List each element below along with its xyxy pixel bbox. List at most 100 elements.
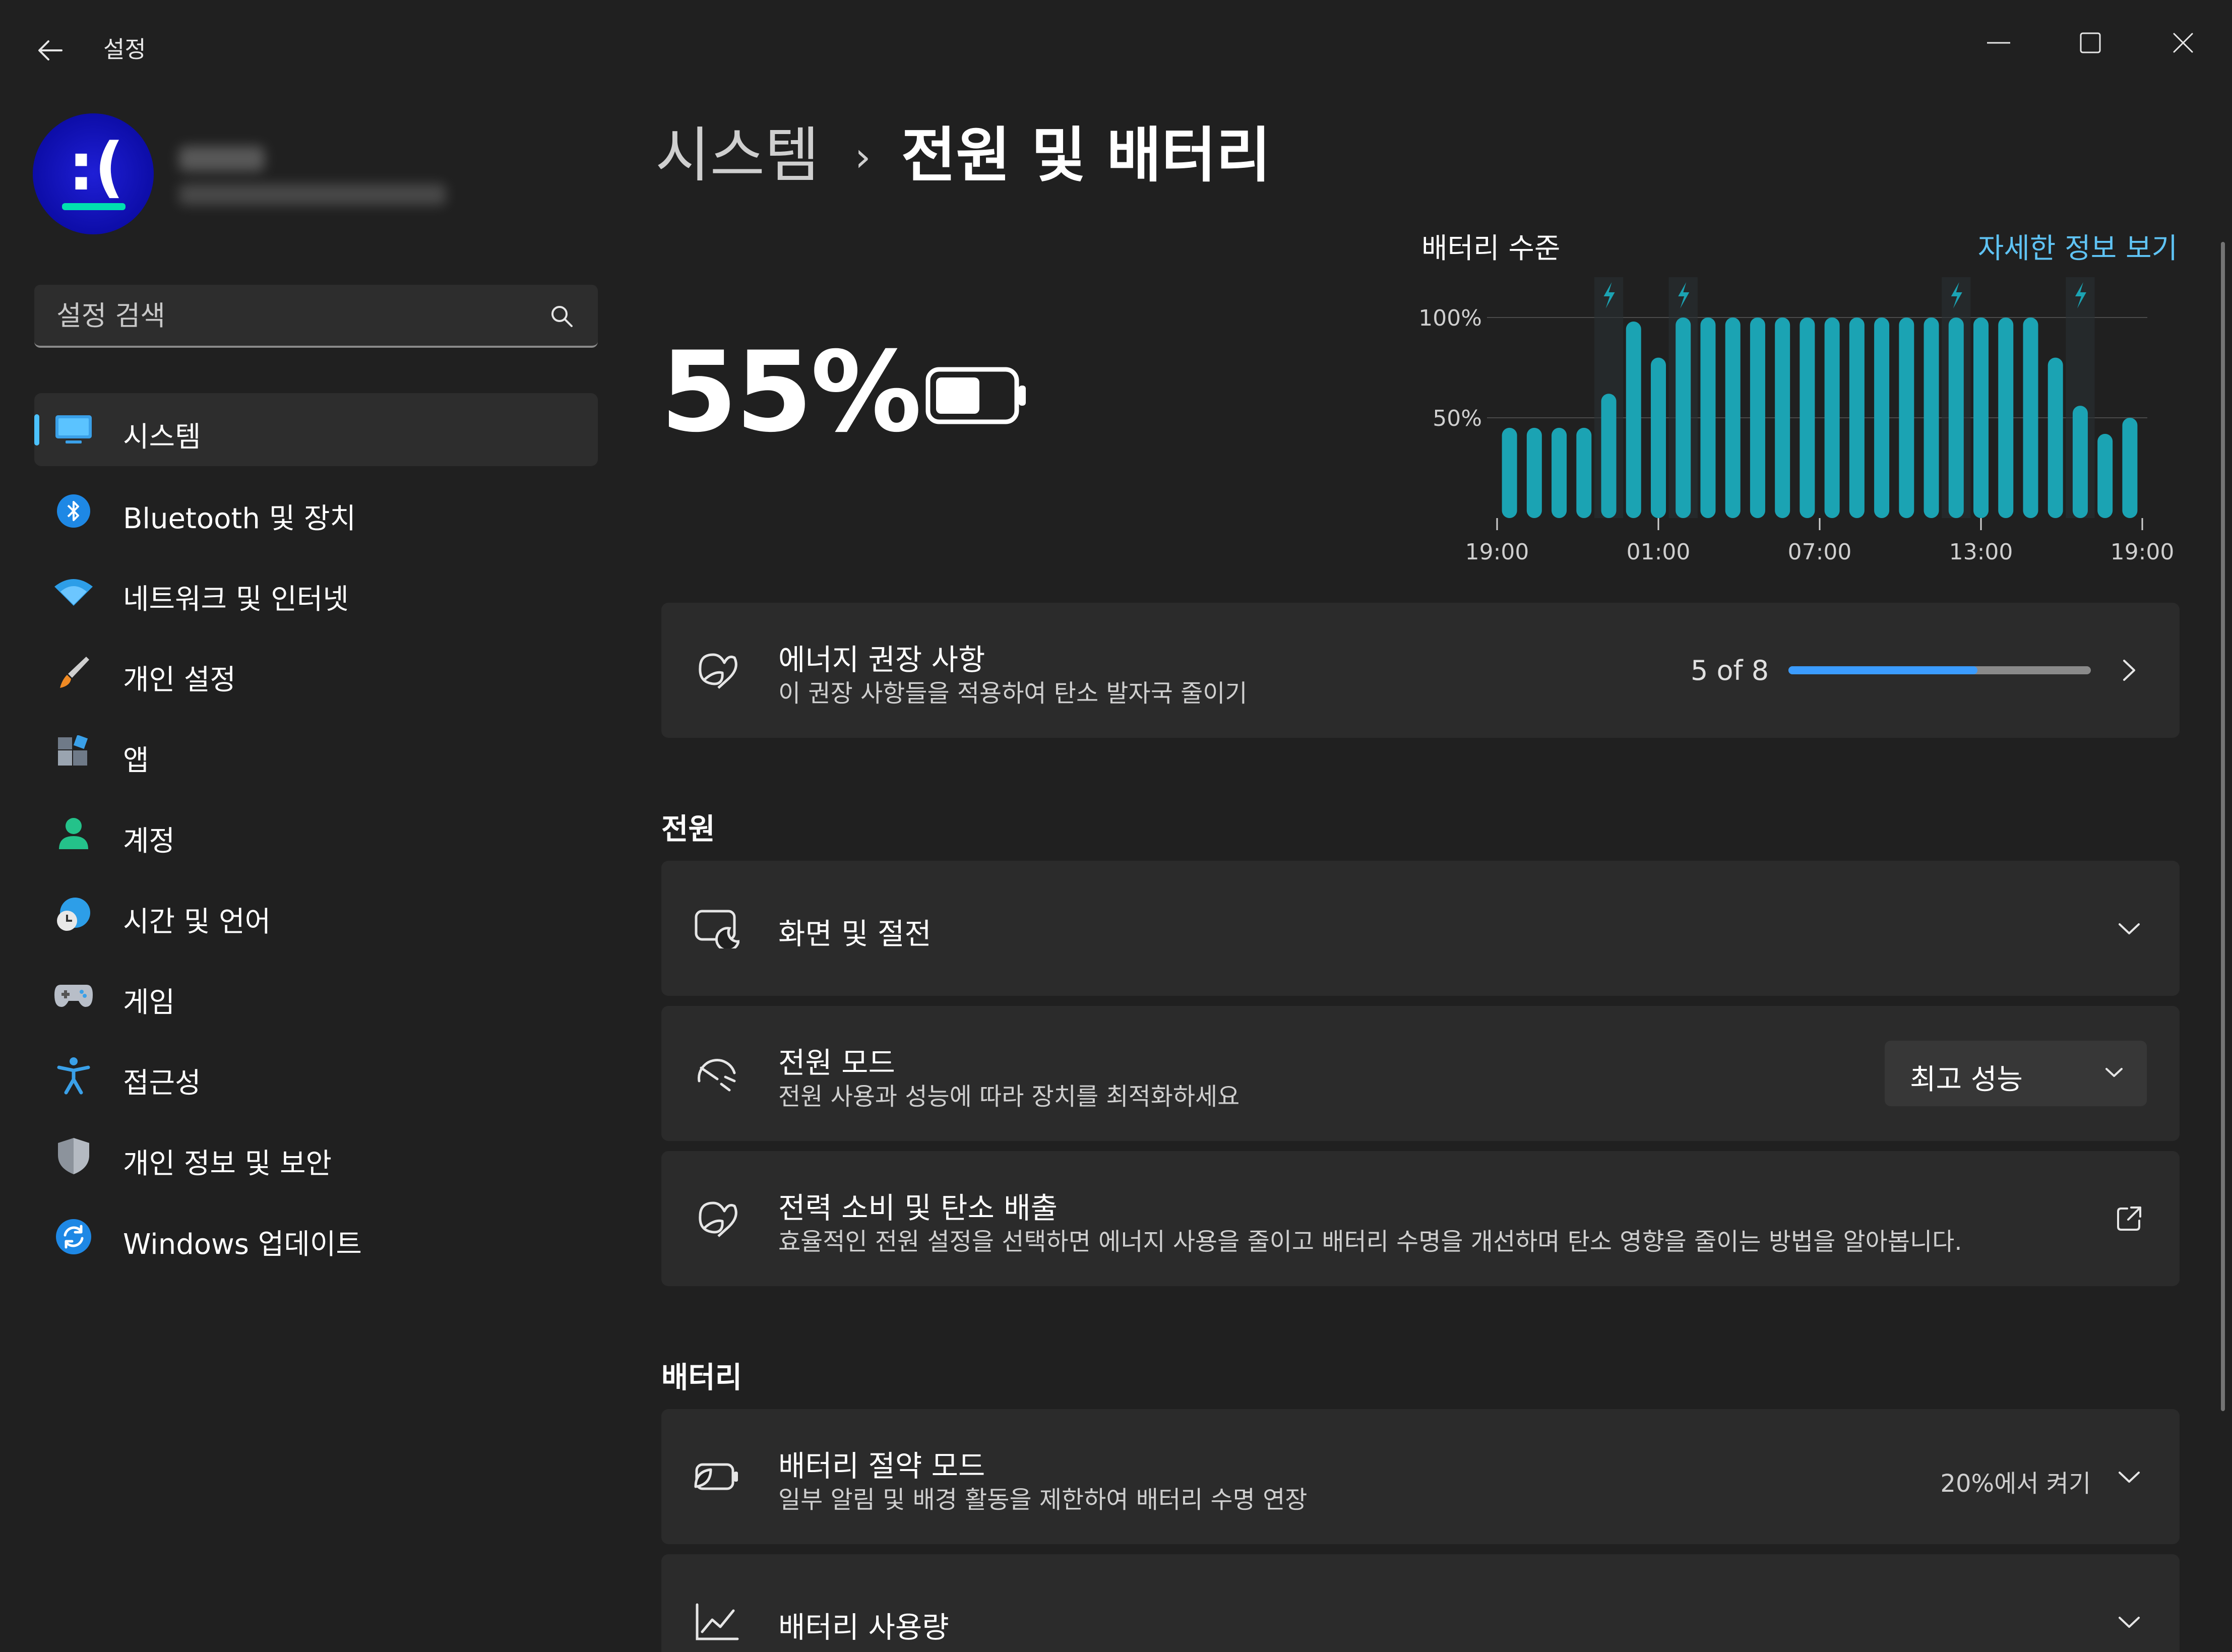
expand-button[interactable]: [2109, 1456, 2149, 1497]
leaf-heart-icon: [699, 653, 737, 689]
sidebar-item-accessibility[interactable]: 접근성: [34, 1039, 598, 1112]
settings-window: 설정 :( 시스템: [0, 0, 2232, 1652]
sidebar-item-label: 계정: [123, 825, 175, 858]
chart-bar: [1601, 394, 1617, 518]
sidebar-item-label: 개인 정보 및 보안: [123, 1148, 332, 1180]
chevron-down-icon: [2119, 1472, 2140, 1483]
card-subtitle: 효율적인 전원 설정을 선택하면 에너지 사용을 줄이고 배터리 수명을 개선하…: [778, 1228, 1962, 1256]
battery-fill: [936, 377, 979, 414]
chart-bar: [1849, 317, 1865, 518]
expand-button[interactable]: [2109, 908, 2149, 948]
chart-bar: [1626, 321, 1641, 518]
sidebar-item-windows-update[interactable]: Windows 업데이트: [34, 1200, 598, 1274]
minimize-button[interactable]: [1966, 15, 2031, 71]
y-tick-label: 50%: [1433, 406, 1482, 431]
card-title: 전원 모드: [778, 1046, 895, 1080]
sidebar-item-privacy[interactable]: 개인 정보 및 보안: [34, 1120, 598, 1193]
x-tick-label: 13:00: [1949, 539, 2013, 564]
expand-button[interactable]: [2109, 1602, 2149, 1642]
scrollbar[interactable]: [2221, 242, 2225, 1411]
chevron-right-icon: [2123, 660, 2135, 681]
progress-fill: [1788, 666, 1977, 674]
system-monitor-icon: [55, 415, 92, 443]
chevron-down-icon: [2119, 923, 2140, 934]
chart-bar: [2097, 433, 2113, 518]
chart-bar: [1998, 317, 2014, 518]
battery-level-chart: 100% 50% 19:00 01:00 07:00 13:00 19:00: [1418, 277, 2174, 564]
power-mode-card: 전원 모드 전원 사용과 성능에 따라 장치를 최적화하세요 최고 성능: [661, 1006, 2180, 1141]
external-link-icon: [2117, 1206, 2141, 1231]
minimize-icon: [1987, 42, 2010, 44]
sidebar-item-network[interactable]: 네트워크 및 인터넷: [34, 555, 598, 628]
bluetooth-icon: [57, 494, 90, 528]
title-bar: 설정: [0, 0, 2232, 91]
breadcrumb-separator: ›: [854, 134, 871, 180]
close-icon: [2173, 33, 2193, 53]
sidebar-item-label: Windows 업데이트: [123, 1228, 362, 1261]
time-language-icon: [57, 898, 90, 931]
wifi-icon: [54, 579, 93, 606]
leaf-heart-icon: [699, 1201, 737, 1237]
profile-email-redacted: [179, 184, 446, 205]
chart-bar: [1651, 357, 1666, 518]
brush-icon: [60, 657, 89, 688]
search-input[interactable]: [55, 295, 511, 336]
avatar[interactable]: :(: [33, 113, 154, 234]
open-button[interactable]: [2109, 650, 2149, 690]
more-info-link[interactable]: 자세한 정보 보기: [1978, 226, 2178, 267]
page-title: 전원 및 배터리: [901, 120, 1271, 190]
sidebar-item-label: 개인 설정: [123, 664, 236, 696]
apps-icon: [58, 735, 88, 766]
card-title: 화면 및 절전: [778, 917, 932, 951]
gamepad-icon: [54, 985, 93, 1007]
chart-bar: [2122, 418, 2138, 518]
card-subtitle: 일부 알림 및 배경 활동을 제한하여 배터리 수명 연장: [778, 1486, 1308, 1514]
close-button[interactable]: [2150, 15, 2216, 71]
sidebar-item-personalization[interactable]: 개인 설정: [34, 636, 598, 709]
y-tick-label: 100%: [1418, 305, 1482, 331]
sidebar-item-system[interactable]: 시스템: [34, 393, 598, 466]
battery-usage-card[interactable]: 배터리 사용량: [661, 1554, 2180, 1652]
progress-text: 5 of 8: [1691, 655, 1769, 686]
breadcrumb: 시스템 › 전원 및 배터리: [655, 107, 1271, 193]
card-subtitle: 전원 사용과 성능에 따라 장치를 최적화하세요: [778, 1083, 1240, 1111]
sidebar-item-label: 접근성: [123, 1067, 201, 1100]
battery-saver-card[interactable]: 배터리 절약 모드 일부 알림 및 배경 활동을 제한하여 배터리 수명 연장 …: [661, 1409, 2180, 1544]
chart-bar: [2023, 317, 2038, 518]
x-tick-label: 01:00: [1627, 539, 1691, 564]
sidebar-item-accounts[interactable]: 계정: [34, 797, 598, 870]
app-title: 설정: [103, 36, 146, 63]
back-button[interactable]: [30, 30, 71, 71]
shield-icon: [58, 1138, 89, 1174]
chart-bar: [1800, 317, 1815, 518]
chart-bar: [2048, 357, 2063, 518]
power-consumption-card[interactable]: 전력 소비 및 탄소 배출 효율적인 전원 설정을 선택하면 에너지 사용을 줄…: [661, 1151, 2180, 1286]
chart-bar: [2072, 406, 2088, 518]
breadcrumb-parent[interactable]: 시스템: [655, 120, 820, 190]
x-tick-label: 07:00: [1788, 539, 1852, 564]
sidebar-item-time-language[interactable]: 시간 및 언어: [34, 878, 598, 951]
sidebar-item-apps[interactable]: 앱: [34, 717, 598, 790]
sidebar-item-label: 네트워크 및 인터넷: [123, 583, 349, 616]
energy-recommendations-card[interactable]: 에너지 권장 사항 이 권장 사항들을 적용하여 탄소 발자국 줄이기 5 of…: [661, 603, 2180, 738]
sidebar-item-label: 앱: [123, 744, 149, 777]
sidebar-item-label: 게임: [123, 986, 175, 1019]
card-title: 에너지 권장 사항: [778, 643, 985, 677]
maximize-button[interactable]: [2058, 15, 2123, 71]
card-title: 전력 소비 및 탄소 배출: [778, 1191, 1058, 1225]
chart-bar: [1824, 317, 1840, 518]
chart-bar: [1526, 427, 1542, 518]
power-mode-dropdown[interactable]: 최고 성능: [1885, 1041, 2147, 1106]
chart-bar: [1948, 317, 1964, 518]
windows-update-icon: [56, 1219, 91, 1254]
screen-sleep-card[interactable]: 화면 및 절전: [661, 861, 2180, 996]
chart-bar: [1750, 317, 1765, 518]
external-link-button[interactable]: [2109, 1198, 2149, 1239]
sidebar-item-label: 시스템: [123, 421, 201, 454]
battery-percent: 55%: [660, 328, 922, 457]
chart-bar: [1899, 317, 1914, 518]
settings-search[interactable]: [34, 285, 598, 348]
sidebar-item-bluetooth[interactable]: Bluetooth 및 장치: [34, 475, 598, 548]
sidebar-item-gaming[interactable]: 게임: [34, 959, 598, 1032]
chart-bar: [1725, 317, 1741, 518]
